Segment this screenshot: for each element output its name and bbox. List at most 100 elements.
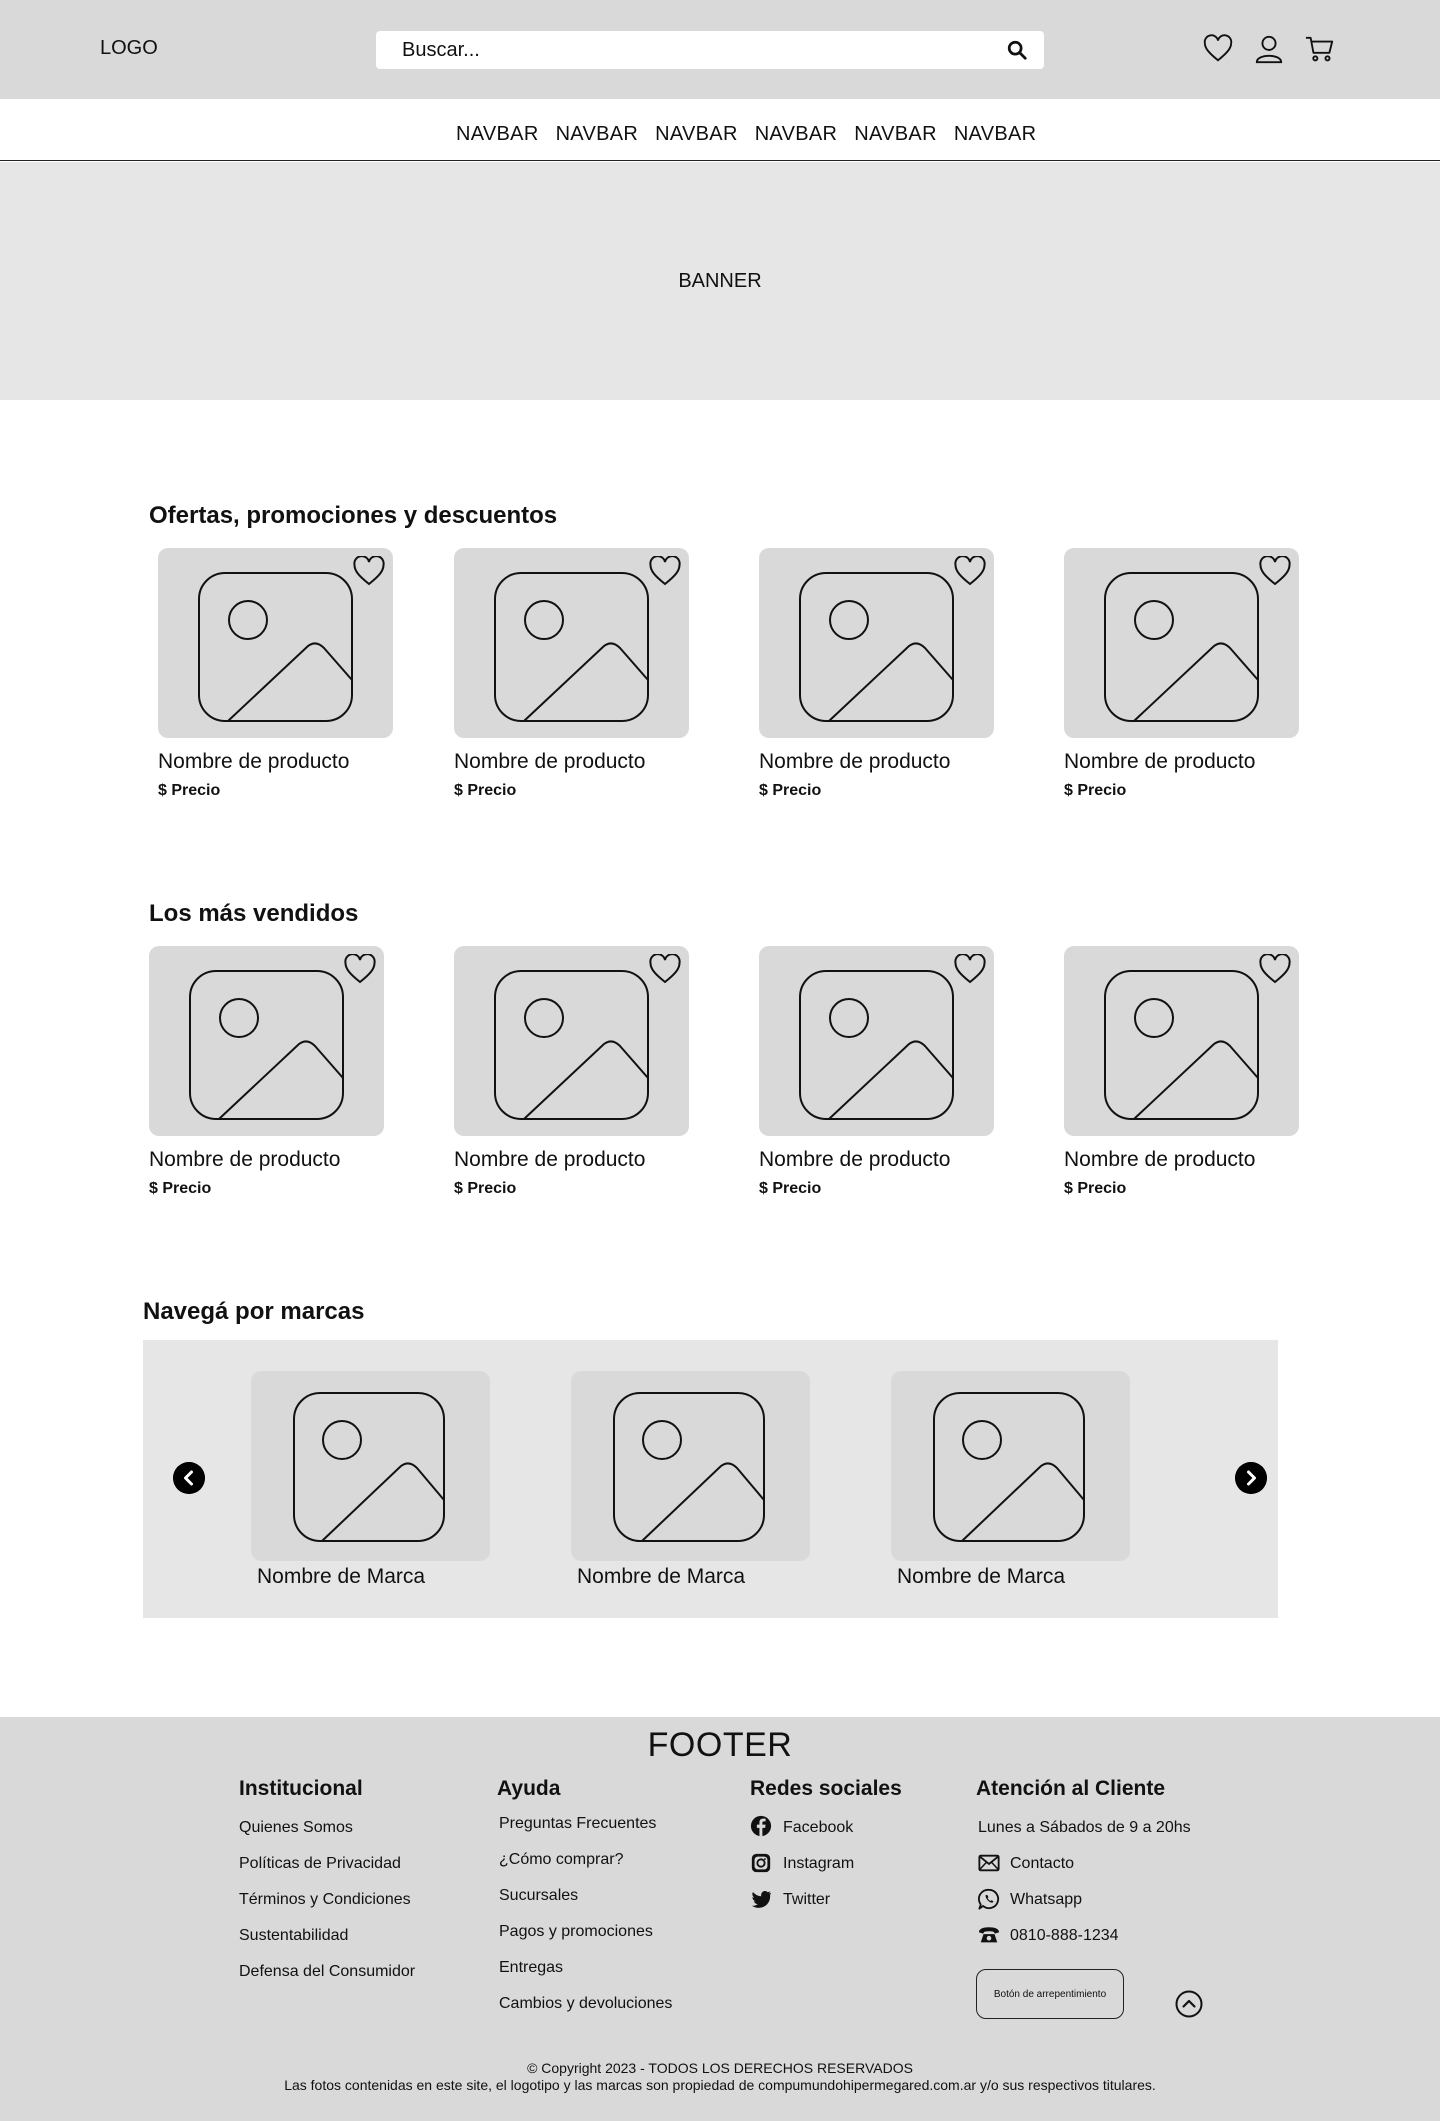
phone-icon[interactable] xyxy=(978,1924,1000,1946)
instagram-icon[interactable] xyxy=(750,1852,772,1874)
footer-link-pagos[interactable]: Pagos y promociones xyxy=(499,1923,653,1941)
search-icon[interactable] xyxy=(1006,39,1028,61)
footer-link-privacidad[interactable]: Políticas de Privacidad xyxy=(239,1855,401,1873)
twitter-icon[interactable] xyxy=(750,1888,772,1910)
product-image[interactable] xyxy=(759,946,994,1136)
ayuda-title: Ayuda xyxy=(497,1777,561,1800)
product-name[interactable]: Nombre de producto xyxy=(759,750,994,774)
favorite-heart-icon[interactable] xyxy=(954,954,986,984)
footer-link-terminos[interactable]: Términos y Condiciones xyxy=(239,1891,411,1909)
logo[interactable]: LOGO xyxy=(100,37,158,60)
product-name[interactable]: Nombre de producto xyxy=(759,1148,994,1172)
footer-link-sucursales[interactable]: Sucursales xyxy=(499,1887,578,1905)
product-image[interactable] xyxy=(454,548,689,738)
product-card[interactable]: Nombre de producto $ Precio xyxy=(158,548,393,800)
footer-link-whatsapp[interactable]: Whatsapp xyxy=(1010,1891,1082,1909)
nav-item[interactable]: NAVBAR xyxy=(755,123,838,146)
carousel-prev-icon[interactable] xyxy=(173,1462,205,1494)
search-input[interactable]: Buscar... xyxy=(402,39,480,62)
product-name[interactable]: Nombre de producto xyxy=(158,750,393,774)
brand-image[interactable] xyxy=(571,1371,810,1561)
brand-card[interactable]: Nombre de Marca xyxy=(891,1371,1130,1589)
footer-hours: Lunes a Sábados de 9 a 20hs xyxy=(978,1819,1191,1836)
nav-item[interactable]: NAVBAR xyxy=(655,123,738,146)
footer-link-como-comprar[interactable]: ¿Cómo comprar? xyxy=(499,1851,623,1869)
product-price: $ Precio xyxy=(158,782,221,799)
footer-link-quienes-somos[interactable]: Quienes Somos xyxy=(239,1819,353,1837)
product-card[interactable]: Nombre de producto $ Precio xyxy=(149,946,384,1198)
footer-link-faq[interactable]: Preguntas Frecuentes xyxy=(499,1815,656,1833)
whatsapp-icon[interactable] xyxy=(978,1888,1000,1910)
facebook-icon[interactable] xyxy=(750,1815,772,1837)
product-card[interactable]: Nombre de producto $ Precio xyxy=(454,548,689,800)
footer-link-contacto[interactable]: Contacto xyxy=(1010,1855,1074,1873)
product-name[interactable]: Nombre de producto xyxy=(454,750,689,774)
banner[interactable]: BANNER xyxy=(0,162,1440,400)
brand-name[interactable]: Nombre de Marca xyxy=(897,1565,1130,1589)
atencion-title: Atención al Cliente xyxy=(976,1777,1166,1800)
product-price: $ Precio xyxy=(1064,1180,1127,1197)
product-name[interactable]: Nombre de producto xyxy=(1064,750,1299,774)
product-image[interactable] xyxy=(158,548,393,738)
regret-button[interactable]: Botón de arrepentimiento xyxy=(976,1969,1124,2019)
product-card[interactable]: Nombre de producto $ Precio xyxy=(454,946,689,1198)
footer-link-defensa-consumidor[interactable]: Defensa del Consumidor xyxy=(239,1963,415,1981)
mail-icon[interactable] xyxy=(978,1852,1000,1874)
image-placeholder-icon xyxy=(494,572,649,722)
image-placeholder-icon xyxy=(189,970,344,1120)
favorite-heart-icon[interactable] xyxy=(649,556,681,586)
footer-link-entregas[interactable]: Entregas xyxy=(499,1959,563,1977)
redes-title: Redes sociales xyxy=(750,1777,902,1800)
product-image[interactable] xyxy=(1064,548,1299,738)
footer-phone[interactable]: 0810-888-1234 xyxy=(1010,1927,1119,1945)
cart-icon[interactable] xyxy=(1305,34,1335,64)
nav-item[interactable]: NAVBAR xyxy=(456,123,539,146)
product-card[interactable]: Nombre de producto $ Precio xyxy=(1064,946,1299,1198)
image-placeholder-icon xyxy=(1104,572,1259,722)
product-name[interactable]: Nombre de producto xyxy=(454,1148,689,1172)
footer-link-twitter[interactable]: Twitter xyxy=(783,1891,830,1909)
product-card[interactable]: Nombre de producto $ Precio xyxy=(759,548,994,800)
product-image[interactable] xyxy=(759,548,994,738)
heart-icon[interactable] xyxy=(1203,34,1233,64)
nav-item[interactable]: NAVBAR xyxy=(556,123,639,146)
carousel-next-icon[interactable] xyxy=(1235,1462,1267,1494)
footer-link-instagram[interactable]: Instagram xyxy=(783,1855,854,1873)
product-image[interactable] xyxy=(454,946,689,1136)
copyright-line: © Copyright 2023 - TODOS LOS DERECHOS RE… xyxy=(527,2060,913,2076)
product-price: $ Precio xyxy=(149,1180,212,1197)
footer-link-facebook[interactable]: Facebook xyxy=(783,1819,853,1837)
footer-title: FOOTER xyxy=(647,1726,793,1764)
favorite-heart-icon[interactable] xyxy=(353,556,385,586)
product-card[interactable]: Nombre de producto $ Precio xyxy=(1064,548,1299,800)
copyright: © Copyright 2023 - TODOS LOS DERECHOS RE… xyxy=(0,2060,1440,2094)
product-price: $ Precio xyxy=(759,1180,822,1197)
product-card[interactable]: Nombre de producto $ Precio xyxy=(759,946,994,1198)
product-price: $ Precio xyxy=(1064,782,1127,799)
search-bar[interactable]: Buscar... xyxy=(376,31,1044,69)
favorite-heart-icon[interactable] xyxy=(344,954,376,984)
footer-link-cambios[interactable]: Cambios y devoluciones xyxy=(499,1995,672,2013)
scroll-to-top-icon[interactable] xyxy=(1175,1990,1203,2018)
nav-item[interactable]: NAVBAR xyxy=(954,123,1037,146)
product-name[interactable]: Nombre de producto xyxy=(1064,1148,1299,1172)
favorite-heart-icon[interactable] xyxy=(1259,954,1291,984)
favorite-heart-icon[interactable] xyxy=(1259,556,1291,586)
product-image[interactable] xyxy=(1064,946,1299,1136)
product-name[interactable]: Nombre de producto xyxy=(149,1148,384,1172)
nav-item[interactable]: NAVBAR xyxy=(854,123,937,146)
brand-name[interactable]: Nombre de Marca xyxy=(257,1565,490,1589)
product-price: $ Precio xyxy=(454,782,517,799)
user-icon[interactable] xyxy=(1254,34,1284,64)
brand-image[interactable] xyxy=(891,1371,1130,1561)
brand-card[interactable]: Nombre de Marca xyxy=(571,1371,810,1589)
favorite-heart-icon[interactable] xyxy=(649,954,681,984)
image-placeholder-icon xyxy=(799,970,954,1120)
footer-link-sustentabilidad[interactable]: Sustentabilidad xyxy=(239,1927,348,1945)
brand-name[interactable]: Nombre de Marca xyxy=(577,1565,810,1589)
product-image[interactable] xyxy=(149,946,384,1136)
brand-image[interactable] xyxy=(251,1371,490,1561)
nav-items: NAVBAR NAVBAR NAVBAR NAVBAR NAVBAR NAVBA… xyxy=(456,123,1036,146)
brand-card[interactable]: Nombre de Marca xyxy=(251,1371,490,1589)
favorite-heart-icon[interactable] xyxy=(954,556,986,586)
